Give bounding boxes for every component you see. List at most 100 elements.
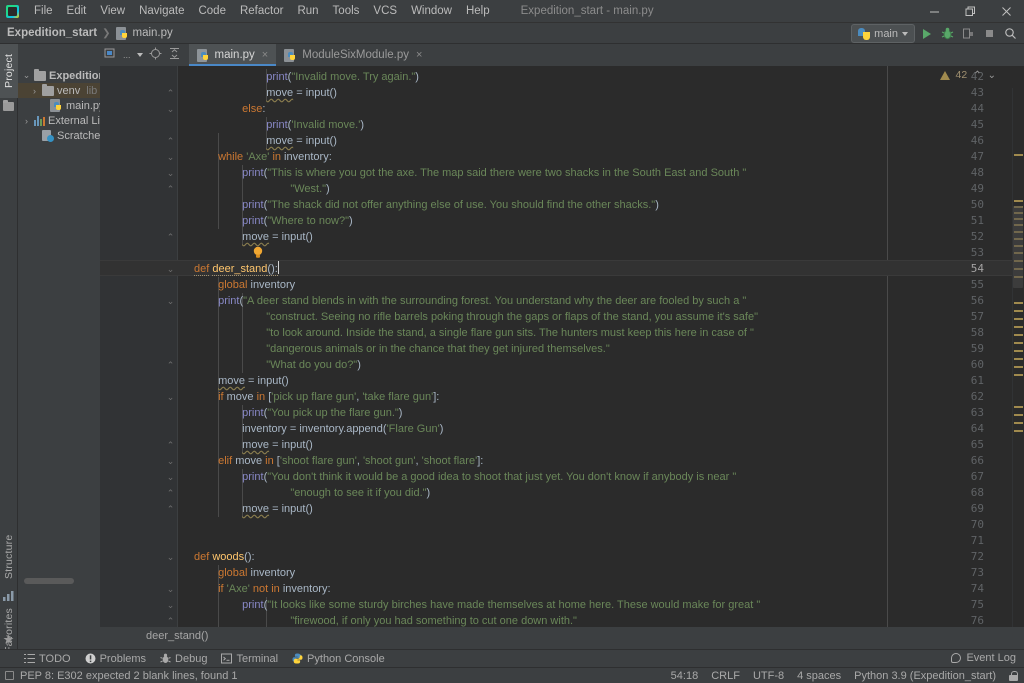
menu-item-refactor[interactable]: Refactor <box>233 2 290 20</box>
code-line[interactable]: if move in ['pick up flare gun', 'take f… <box>218 389 439 405</box>
fold-marker-icon[interactable]: ⌃ <box>166 485 175 501</box>
event-log-button[interactable]: Event Log <box>951 649 1016 667</box>
minimize-button[interactable] <box>916 0 952 23</box>
tab-modulesixmodule-py[interactable]: ModuleSixModule.py × <box>276 44 430 66</box>
code-line[interactable]: def woods(): <box>194 549 255 565</box>
error-stripe-mark[interactable] <box>1014 366 1023 368</box>
menu-item-code[interactable]: Code <box>191 2 233 20</box>
code-editor[interactable]: 42 print("Invalid move. Try again.") 43 ⌃ mo… <box>100 66 1024 627</box>
previous-problem-icon[interactable]: ⌃ <box>973 70 981 81</box>
collapse-all-icon[interactable] <box>168 47 181 63</box>
fold-marker-icon[interactable]: ⌃ <box>166 613 175 627</box>
code-line[interactable]: "What do you do?") <box>266 357 361 373</box>
intention-bulb-icon[interactable] <box>252 246 264 260</box>
menu-item-window[interactable]: Window <box>404 2 459 20</box>
code-line[interactable]: print("A deer stand blends in with the s… <box>218 293 746 309</box>
menu-item-edit[interactable]: Edit <box>60 2 94 20</box>
bottom-tool-python-console[interactable]: Python Console <box>292 653 385 665</box>
fold-marker-icon[interactable]: ⌄ <box>166 469 175 485</box>
fold-marker-icon[interactable]: ⌄ <box>166 453 175 469</box>
error-stripe-scrollbar[interactable] <box>1012 88 1024 627</box>
caret-position[interactable]: 54:18 <box>671 670 699 682</box>
vertical-scrollbar-thumb[interactable] <box>1013 206 1023 288</box>
code-line[interactable]: if 'Axe' not in inventory: <box>218 581 330 597</box>
fold-marker-icon[interactable]: ⌃ <box>166 85 175 101</box>
tab-main-py[interactable]: main.py × <box>188 44 277 66</box>
code-line[interactable]: global inventory <box>218 277 295 293</box>
code-line[interactable]: move = input() <box>242 501 313 517</box>
error-stripe-mark[interactable] <box>1014 310 1023 312</box>
breadcrumb-current-function[interactable]: deer_stand() <box>146 630 208 642</box>
fold-marker-icon[interactable]: ⌄ <box>166 165 175 181</box>
bottom-tool-terminal[interactable]: Terminal <box>221 653 278 665</box>
tree-twisty-icon[interactable]: › <box>22 116 31 126</box>
code-line[interactable]: print("You pick up the flare gun.") <box>242 405 402 421</box>
menu-item-run[interactable]: Run <box>290 2 325 20</box>
code-line[interactable]: print('Invalid move.') <box>266 117 364 133</box>
maximize-button[interactable] <box>952 0 988 23</box>
tree-twisty-icon[interactable]: › <box>30 86 39 96</box>
fold-marker-icon[interactable]: ⌄ <box>166 293 175 309</box>
code-line[interactable]: print("You don't think it would be a goo… <box>242 469 736 485</box>
code-line[interactable]: move = input() <box>266 85 337 101</box>
fold-marker-icon[interactable]: ⌃ <box>166 181 175 197</box>
write-access-icon[interactable] <box>1009 670 1018 681</box>
next-problem-icon[interactable]: ⌄ <box>988 70 996 81</box>
fold-marker-icon[interactable]: ⌄ <box>166 581 175 597</box>
stop-button[interactable] <box>980 24 999 43</box>
code-line[interactable]: move = input() <box>242 437 313 453</box>
menu-item-file[interactable]: File <box>27 2 60 20</box>
fold-marker-icon[interactable]: ⌃ <box>166 501 175 517</box>
run-button[interactable] <box>917 24 936 43</box>
code-line[interactable]: print("It looks like some sturdy birches… <box>242 597 760 613</box>
code-line[interactable]: "construct. Seeing no rifle barrels poki… <box>266 309 758 325</box>
search-everywhere-button[interactable] <box>1001 24 1020 43</box>
code-line[interactable]: "firewood, if only you had something to … <box>290 613 577 627</box>
locate-icon[interactable] <box>149 47 162 63</box>
code-line[interactable]: print("This is where you got the axe. Th… <box>242 165 746 181</box>
error-stripe-mark[interactable] <box>1014 430 1023 432</box>
fold-marker-icon[interactable]: ⌄ <box>166 597 175 613</box>
code-line[interactable]: while 'Axe' in inventory: <box>218 149 332 165</box>
code-line[interactable]: print("Invalid move. Try again.") <box>266 69 419 85</box>
bottom-tool-problems[interactable]: Problems <box>85 653 146 665</box>
tab-close-icon[interactable]: × <box>262 49 268 61</box>
code-line[interactable]: global inventory <box>218 565 295 581</box>
fold-marker-icon[interactable]: ⌄ <box>166 149 175 165</box>
error-stripe-mark[interactable] <box>1014 302 1023 304</box>
bottom-tool-todo[interactable]: TODO <box>24 653 71 665</box>
code-line[interactable]: elif move in ['shoot flare gun', 'shoot … <box>218 453 483 469</box>
error-stripe-mark[interactable] <box>1014 200 1023 202</box>
debug-button[interactable] <box>938 24 957 43</box>
code-line[interactable]: move = input() <box>218 373 289 389</box>
error-stripe-mark[interactable] <box>1014 326 1023 328</box>
code-line[interactable]: "West.") <box>290 181 329 197</box>
run-with-coverage-button[interactable] <box>959 24 978 43</box>
editor-gutter[interactable] <box>100 66 162 627</box>
error-stripe-mark[interactable] <box>1014 350 1023 352</box>
error-stripe-mark[interactable] <box>1014 414 1023 416</box>
sidebar-item-structure[interactable]: Structure <box>0 524 18 590</box>
code-line[interactable]: move = input() <box>242 229 313 245</box>
fold-marker-icon[interactable]: ⌃ <box>166 229 175 245</box>
inspections-widget[interactable]: 42 ⌃ ⌄ <box>939 69 996 81</box>
fold-marker-icon[interactable]: ⌄ <box>166 101 175 117</box>
error-stripe-mark[interactable] <box>1014 358 1023 360</box>
menu-item-tools[interactable]: Tools <box>326 2 367 20</box>
line-separator[interactable]: CRLF <box>711 670 740 682</box>
error-stripe-mark[interactable] <box>1014 406 1023 408</box>
bottom-tool-debug[interactable]: Debug <box>160 653 207 665</box>
chevron-down-icon[interactable] <box>136 53 143 57</box>
fold-marker-icon[interactable]: ⌃ <box>166 357 175 373</box>
code-line[interactable]: else: <box>242 101 265 117</box>
file-encoding[interactable]: UTF-8 <box>753 670 784 682</box>
fold-marker-icon[interactable]: ⌄ <box>166 261 175 277</box>
breadcrumb-file[interactable]: main.py <box>115 26 173 40</box>
code-line[interactable]: "enough to see it if you did.") <box>290 485 430 501</box>
code-line[interactable]: print("The shack did not offer anything … <box>242 197 659 213</box>
fold-marker-icon[interactable]: ⌃ <box>166 437 175 453</box>
fold-marker-icon[interactable]: ⌄ <box>166 389 175 405</box>
error-stripe-mark[interactable] <box>1014 334 1023 336</box>
python-interpreter[interactable]: Python 3.9 (Expedition_start) <box>854 670 996 682</box>
code-line[interactable]: inventory = inventory.append('Flare Gun'… <box>242 421 443 437</box>
